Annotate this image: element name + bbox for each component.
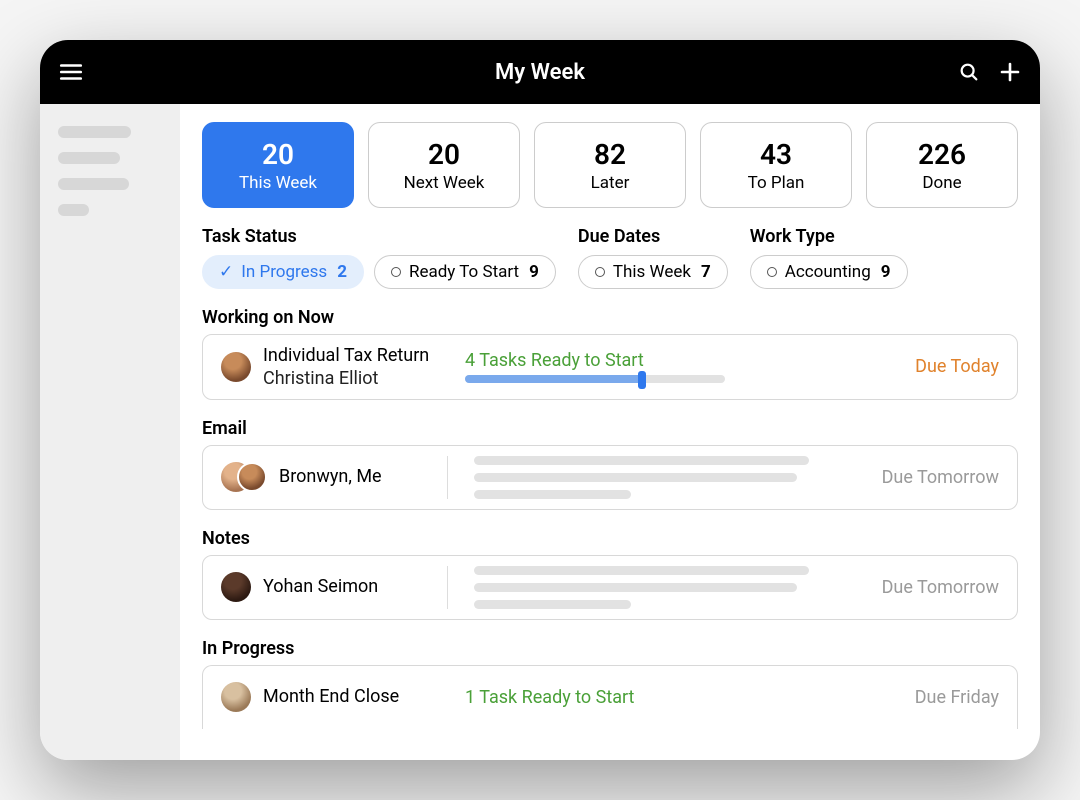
chip-count: 9 <box>881 262 891 282</box>
divider <box>447 566 448 609</box>
summary-count: 82 <box>594 138 626 171</box>
summary-count: 20 <box>262 138 294 171</box>
avatar <box>221 352 251 382</box>
section-working-now: Working on Now <box>202 307 1018 328</box>
summary-label: Next Week <box>404 173 485 193</box>
search-icon[interactable] <box>958 61 980 83</box>
avatar <box>221 572 251 602</box>
summary-label: This Week <box>239 173 317 193</box>
divider <box>447 456 448 499</box>
chip-count: 9 <box>529 262 539 282</box>
add-icon[interactable] <box>998 60 1022 84</box>
due-label: Due Tomorrow <box>882 577 999 598</box>
avatar-group <box>221 462 267 492</box>
circle-icon <box>595 267 605 277</box>
chip-label: Accounting <box>785 262 871 282</box>
summary-label: Later <box>591 173 630 193</box>
task-subtitle: Christina Elliot <box>263 368 429 389</box>
sidebar-item[interactable] <box>58 152 120 164</box>
topbar: My Week <box>40 40 1040 104</box>
main-content: 20 This Week 20 Next Week 82 Later 43 To… <box>180 104 1040 760</box>
avatar <box>221 682 251 712</box>
summary-label: Done <box>922 173 961 193</box>
chip-label: This Week <box>613 262 691 282</box>
summary-label: To Plan <box>748 173 805 193</box>
task-card[interactable]: Individual Tax Return Christina Elliot 4… <box>202 334 1018 400</box>
filter-group-type: Work Type Accounting 9 <box>750 226 908 289</box>
summary-this-week[interactable]: 20 This Week <box>202 122 354 208</box>
due-label: Due Tomorrow <box>882 467 999 488</box>
circle-icon <box>391 267 401 277</box>
chip-ready-to-start[interactable]: Ready To Start 9 <box>374 255 556 289</box>
summary-count: 43 <box>760 138 792 171</box>
task-title: Month End Close <box>263 686 399 709</box>
menu-icon[interactable] <box>58 59 84 85</box>
filter-group-status: Task Status ✓ In Progress 2 Ready To Sta… <box>202 226 556 289</box>
filter-group-label: Due Dates <box>578 226 728 247</box>
ready-text: 1 Task Ready to Start <box>465 687 901 708</box>
filters-row: Task Status ✓ In Progress 2 Ready To Sta… <box>202 226 1018 289</box>
due-label: Due Friday <box>915 687 999 708</box>
sidebar-item[interactable] <box>58 204 89 216</box>
chip-this-week[interactable]: This Week 7 <box>578 255 728 289</box>
chip-count: 2 <box>337 262 347 282</box>
summary-later[interactable]: 82 Later <box>534 122 686 208</box>
circle-icon <box>767 267 777 277</box>
summary-done[interactable]: 226 Done <box>866 122 1018 208</box>
chip-label: In Progress <box>241 262 327 282</box>
section-in-progress: In Progress <box>202 638 1018 659</box>
filter-group-dates: Due Dates This Week 7 <box>578 226 728 289</box>
ready-text: 4 Tasks Ready to Start <box>465 350 901 371</box>
chip-label: Ready To Start <box>409 262 519 282</box>
content-placeholder <box>474 456 868 499</box>
filter-group-label: Task Status <box>202 226 556 247</box>
sidebar-item[interactable] <box>58 126 131 138</box>
sidebar <box>40 104 180 760</box>
check-icon: ✓ <box>219 262 233 282</box>
sidebar-item[interactable] <box>58 178 129 190</box>
chip-accounting[interactable]: Accounting 9 <box>750 255 908 289</box>
summary-count: 226 <box>918 138 966 171</box>
summary-count: 20 <box>428 138 460 171</box>
note-author: Yohan Seimon <box>263 576 378 599</box>
summary-next-week[interactable]: 20 Next Week <box>368 122 520 208</box>
page-title: My Week <box>495 60 585 85</box>
section-notes: Notes <box>202 528 1018 549</box>
summary-to-plan[interactable]: 43 To Plan <box>700 122 852 208</box>
app-window: My Week 20 This Week 20 <box>40 40 1040 760</box>
email-participants: Bronwyn, Me <box>279 466 382 489</box>
email-card[interactable]: Bronwyn, Me Due Tomorrow <box>202 445 1018 510</box>
summary-row: 20 This Week 20 Next Week 82 Later 43 To… <box>202 122 1018 208</box>
due-label: Due Today <box>915 356 999 377</box>
section-email: Email <box>202 418 1018 439</box>
task-card[interactable]: Month End Close 1 Task Ready to Start Du… <box>202 665 1018 729</box>
chip-count: 7 <box>701 262 711 282</box>
chip-in-progress[interactable]: ✓ In Progress 2 <box>202 255 364 289</box>
content-placeholder <box>474 566 868 609</box>
note-card[interactable]: Yohan Seimon Due Tomorrow <box>202 555 1018 620</box>
progress-bar[interactable] <box>465 375 725 383</box>
filter-group-label: Work Type <box>750 226 908 247</box>
task-title: Individual Tax Return <box>263 345 429 368</box>
